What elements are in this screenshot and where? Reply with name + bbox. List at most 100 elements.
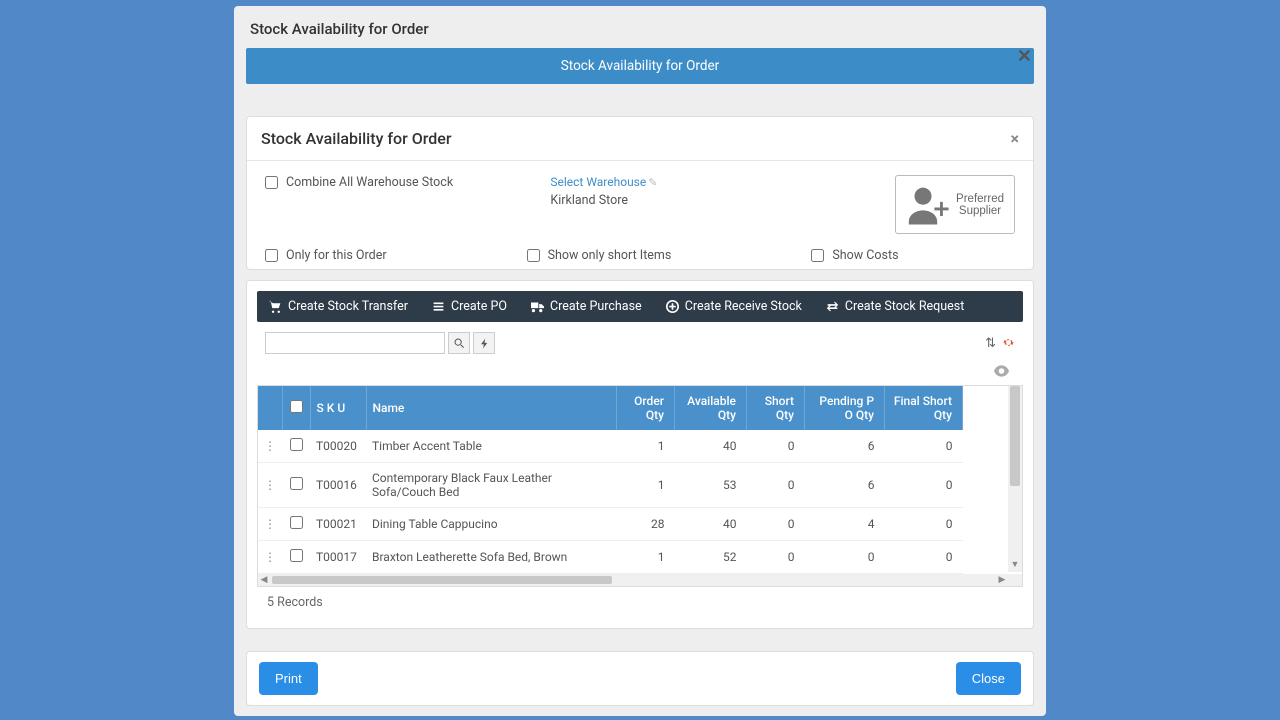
cell-avail-qty: 53	[675, 463, 747, 508]
row-menu-button[interactable]: ⋮	[258, 463, 282, 508]
row-checkbox[interactable]	[290, 549, 303, 562]
grid-header-row: S K U Name Order Qty Available Qty Short…	[258, 386, 963, 430]
create-stock-transfer-button[interactable]: Create Stock Transfer	[269, 299, 408, 314]
col-final-short[interactable]: Final Short Qty	[885, 386, 963, 430]
show-costs-checkbox[interactable]: Show Costs	[811, 248, 898, 263]
cell-pending-po: 6	[805, 463, 885, 508]
settings-button[interactable]	[1002, 334, 1015, 353]
show-short-input[interactable]	[527, 249, 540, 262]
cell-avail-qty: 40	[675, 508, 747, 541]
cell-short-qty: 0	[747, 508, 805, 541]
cell-final-short: 0	[885, 430, 963, 463]
col-order-qty[interactable]: Order Qty	[617, 386, 675, 430]
cell-sku: T00021	[310, 508, 366, 541]
col-sku[interactable]: S K U	[310, 386, 366, 430]
create-po-button[interactable]: Create PO	[432, 299, 507, 314]
close-button[interactable]: Close	[956, 662, 1021, 695]
hscroll-thumb[interactable]	[272, 576, 612, 584]
table-row[interactable]: ⋮T00017Braxton Leatherette Sofa Bed, Bro…	[258, 541, 963, 574]
only-this-order-checkbox[interactable]: Only for this Order	[265, 248, 387, 263]
row-menu-button[interactable]: ⋮	[258, 541, 282, 574]
modal-close-button[interactable]: ✕	[1017, 46, 1032, 67]
cell-order-qty: 1	[617, 463, 675, 508]
truck-icon	[531, 300, 544, 313]
horizontal-scrollbar[interactable]: ◀ ▶	[258, 574, 1022, 586]
create-stock-request-button[interactable]: Create Stock Request	[826, 299, 965, 314]
col-select-all[interactable]	[282, 386, 310, 430]
quick-action-button[interactable]	[473, 332, 495, 354]
select-warehouse-link[interactable]: Select Warehouse✎	[550, 175, 657, 189]
cell-short-qty: 0	[747, 463, 805, 508]
filter-panel: Stock Availability for Order × Combine A…	[246, 116, 1034, 270]
edit-icon: ✎	[648, 176, 657, 189]
visibility-button[interactable]	[994, 362, 1009, 381]
cell-final-short: 0	[885, 508, 963, 541]
show-short-checkbox[interactable]: Show only short Items	[527, 248, 672, 263]
search-button[interactable]	[448, 332, 470, 354]
col-menu	[258, 386, 282, 430]
plus-circle-icon	[666, 300, 679, 313]
exchange-icon	[826, 300, 839, 313]
create-receive-stock-button[interactable]: Create Receive Stock	[666, 299, 802, 314]
col-avail-qty[interactable]: Available Qty	[675, 386, 747, 430]
row-menu-button[interactable]: ⋮	[258, 430, 282, 463]
print-button[interactable]: Print	[259, 662, 318, 695]
vertical-scrollbar[interactable]: ▼	[1008, 386, 1022, 572]
vscroll-thumb[interactable]	[1010, 386, 1020, 486]
cell-avail-qty: 52	[675, 541, 747, 574]
bolt-icon	[479, 338, 490, 349]
combine-warehouse-input[interactable]	[265, 176, 278, 189]
action-toolbar: Create Stock Transfer Create PO Create P…	[257, 291, 1023, 322]
col-pending-po[interactable]: Pending P O Qty	[805, 386, 885, 430]
table-row[interactable]: ⋮T00021Dining Table Cappucino2840040	[258, 508, 963, 541]
sort-button[interactable]: ⇅	[985, 336, 996, 351]
col-short-qty[interactable]: Short Qty	[747, 386, 805, 430]
gear-icon	[1002, 336, 1015, 349]
cell-name: Dining Table Cappucino	[366, 508, 617, 541]
cart-icon	[269, 300, 282, 313]
record-count: 5 Records	[257, 587, 1023, 618]
cell-sku: T00016	[310, 463, 366, 508]
vscroll-down-arrow[interactable]: ▼	[1008, 558, 1022, 572]
search-input[interactable]	[265, 332, 445, 354]
warehouse-name: Kirkland Store	[550, 193, 657, 208]
row-checkbox[interactable]	[290, 438, 303, 451]
grid-wrapper: S K U Name Order Qty Available Qty Short…	[257, 385, 1023, 587]
row-menu-button[interactable]: ⋮	[258, 508, 282, 541]
panel-close-button[interactable]: ×	[1011, 129, 1020, 148]
stock-grid: S K U Name Order Qty Available Qty Short…	[258, 386, 963, 574]
combine-warehouse-label: Combine All Warehouse Stock	[286, 175, 453, 190]
cell-order-qty: 28	[617, 508, 675, 541]
only-this-order-input[interactable]	[265, 249, 278, 262]
combine-warehouse-checkbox[interactable]: Combine All Warehouse Stock	[265, 175, 453, 190]
table-row[interactable]: ⋮T00020Timber Accent Table140060	[258, 430, 963, 463]
cell-pending-po: 6	[805, 430, 885, 463]
modal-title: Stock Availability for Order	[234, 6, 1046, 48]
cell-sku: T00017	[310, 541, 366, 574]
cell-name: Timber Accent Table	[366, 430, 617, 463]
col-name[interactable]: Name	[366, 386, 617, 430]
cell-avail-qty: 40	[675, 430, 747, 463]
row-checkbox[interactable]	[290, 477, 303, 490]
cell-sku: T00020	[310, 430, 366, 463]
eye-icon	[994, 365, 1009, 377]
table-row[interactable]: ⋮T00016Contemporary Black Faux Leather S…	[258, 463, 963, 508]
hscroll-right-arrow[interactable]: ▶	[996, 574, 1008, 586]
cell-pending-po: 0	[805, 541, 885, 574]
cell-short-qty: 0	[747, 541, 805, 574]
panel-title: Stock Availability for Order	[261, 129, 452, 148]
create-purchase-button[interactable]: Create Purchase	[531, 299, 642, 314]
search-row: ⇅	[265, 332, 1023, 354]
cell-order-qty: 1	[617, 430, 675, 463]
banner: Stock Availability for Order	[246, 48, 1034, 84]
user-plus-icon	[906, 182, 951, 227]
show-costs-input[interactable]	[811, 249, 824, 262]
list-icon	[432, 300, 445, 313]
cell-final-short: 0	[885, 463, 963, 508]
row-checkbox[interactable]	[290, 516, 303, 529]
cell-pending-po: 4	[805, 508, 885, 541]
only-this-order-label: Only for this Order	[286, 248, 387, 263]
select-all-checkbox[interactable]	[290, 400, 303, 413]
hscroll-left-arrow[interactable]: ◀	[258, 574, 270, 586]
preferred-supplier-button[interactable]: Preferred Supplier	[895, 175, 1015, 234]
